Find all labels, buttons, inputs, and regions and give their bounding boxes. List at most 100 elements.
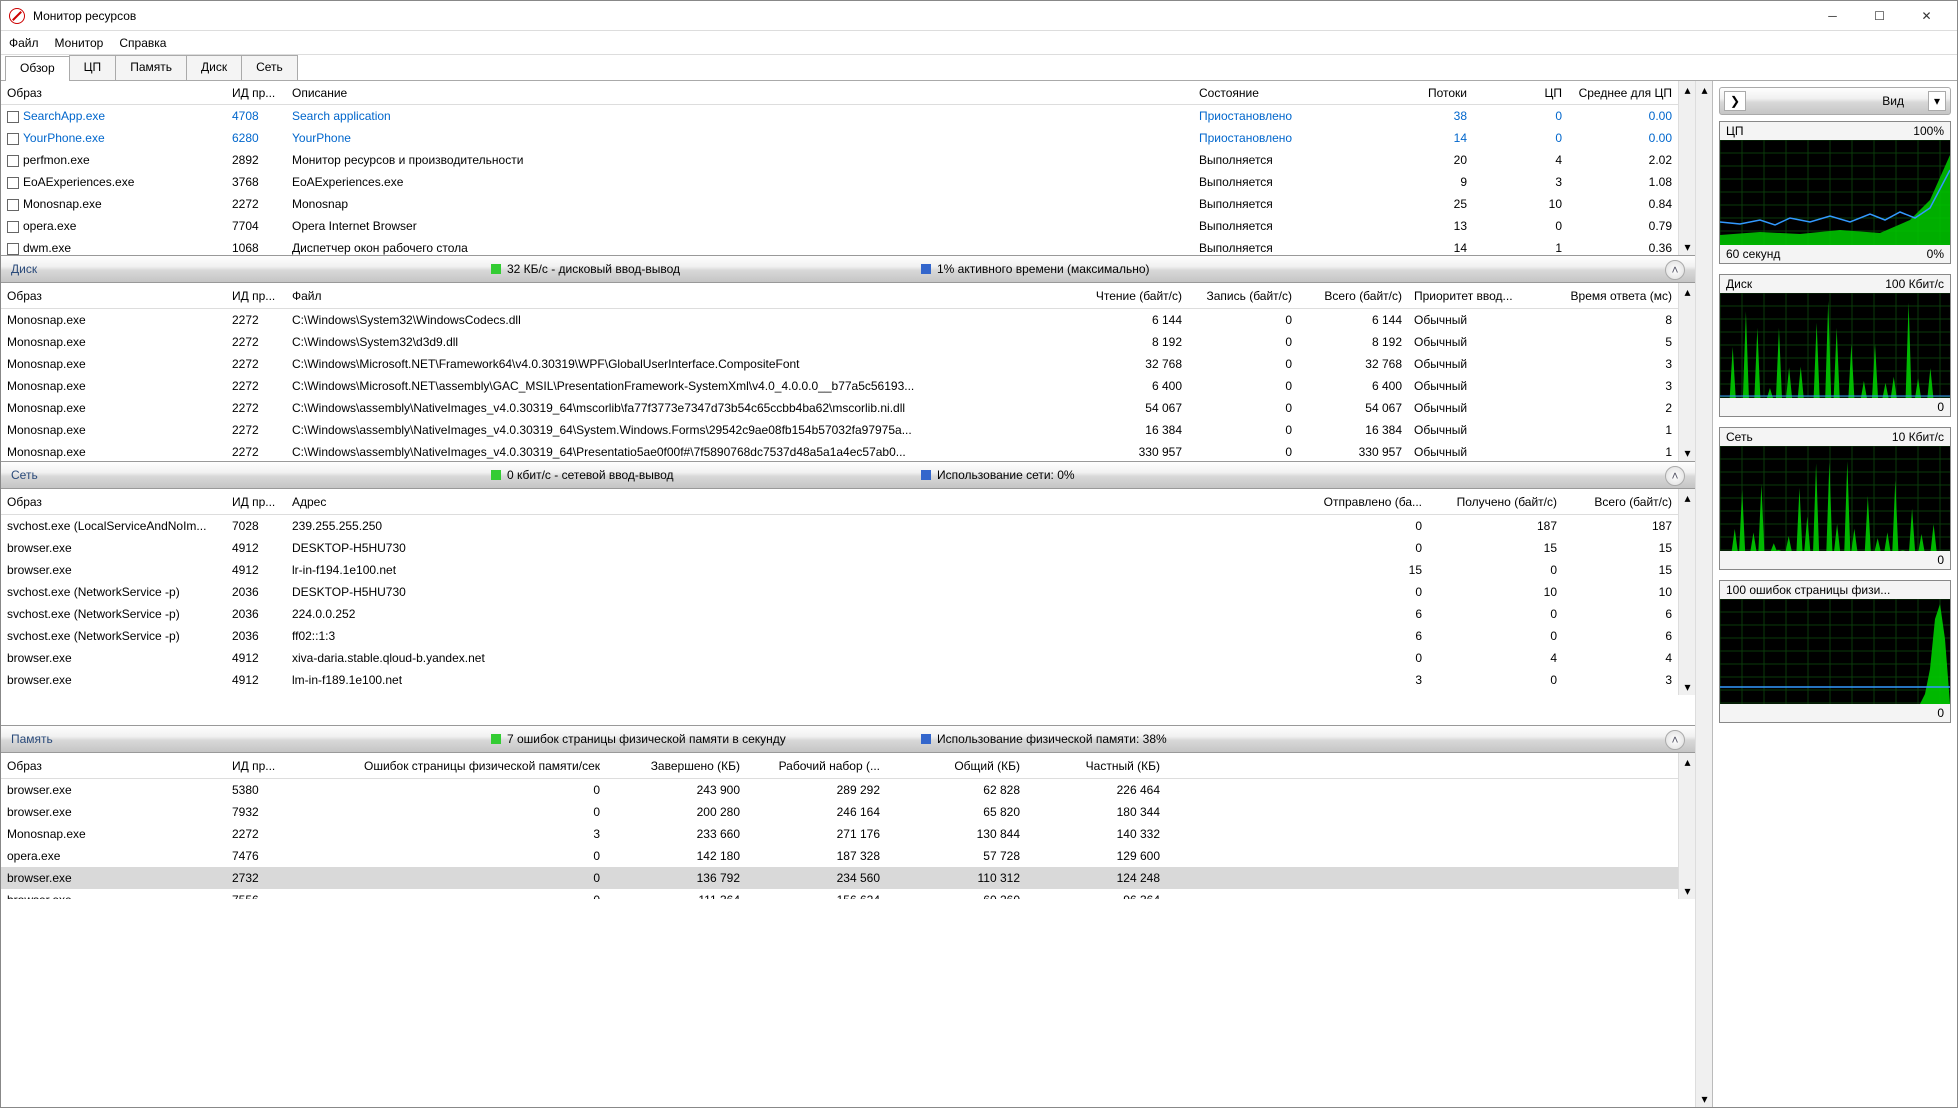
menu-monitor[interactable]: Монитор <box>55 36 104 50</box>
scroll-up-icon[interactable]: ▴ <box>1679 81 1695 98</box>
mem-row[interactable]: opera.exe74760142 180187 32857 728129 60… <box>1 845 1678 867</box>
process-checkbox[interactable] <box>7 199 19 211</box>
menu-file[interactable]: Файл <box>9 36 39 50</box>
main-scrollbar[interactable]: ▴ ▾ <box>1695 81 1712 1107</box>
main-area: Образ ИД пр... Описание Состояние Потоки… <box>1 81 1957 1107</box>
mini-chart: 100 ошибок страницы физи...0 <box>1719 580 1951 723</box>
view-dropdown-button[interactable]: ▾ <box>1928 91 1946 111</box>
scroll-down-icon[interactable]: ▾ <box>1679 238 1695 255</box>
collapse-button[interactable]: ˄ <box>1665 260 1685 280</box>
disk-row[interactable]: Monosnap.exe2272C:\Windows\assembly\Nati… <box>1 441 1678 461</box>
col-threads[interactable]: Потоки <box>1363 86 1473 100</box>
minimize-button[interactable]: ─ <box>1810 2 1855 30</box>
col-desc[interactable]: Описание <box>286 86 1193 100</box>
disk-row[interactable]: Monosnap.exe2272C:\Windows\System32\d3d9… <box>1 331 1678 353</box>
net-headers[interactable]: Образ ИД пр... Адрес Отправлено (ба... П… <box>1 489 1678 515</box>
scroll-down-icon[interactable]: ▾ <box>1679 882 1695 899</box>
col-pid[interactable]: ИД пр... <box>226 86 286 100</box>
scroll-up-icon[interactable]: ▴ <box>1679 489 1695 506</box>
disk-row[interactable]: Monosnap.exe2272C:\Windows\Microsoft.NET… <box>1 375 1678 397</box>
scroll-up-icon[interactable]: ▴ <box>1679 283 1695 300</box>
process-row[interactable]: SearchApp.exe4708Search applicationПриос… <box>1 105 1678 127</box>
resource-monitor-window: Монитор ресурсов ─ ☐ ✕ Файл Монитор Спра… <box>0 0 1958 1108</box>
disk-section-bar[interactable]: Диск 32 КБ/с - дисковый ввод-вывод 1% ак… <box>1 255 1695 283</box>
mem-headers[interactable]: Образ ИД пр... Ошибок страницы физическо… <box>1 753 1678 779</box>
net-row[interactable]: svchost.exe (NetworkService -p)2036224.0… <box>1 603 1678 625</box>
mem-row[interactable]: browser.exe75560111 364156 62460 26096 3… <box>1 889 1678 899</box>
scroll-down-icon[interactable]: ▾ <box>1679 444 1695 461</box>
process-row[interactable]: YourPhone.exe6280YourPhoneПриостановлено… <box>1 127 1678 149</box>
process-row[interactable]: opera.exe7704Opera Internet BrowserВыпол… <box>1 215 1678 237</box>
collapse-button[interactable]: ˄ <box>1665 730 1685 750</box>
titlebar[interactable]: Монитор ресурсов ─ ☐ ✕ <box>1 1 1957 31</box>
mem-row[interactable]: browser.exe27320136 792234 560110 312124… <box>1 867 1678 889</box>
process-row[interactable]: Monosnap.exe2272MonosnapВыполняется25100… <box>1 193 1678 215</box>
process-checkbox[interactable] <box>7 221 19 233</box>
process-checkbox[interactable] <box>7 155 19 167</box>
disk-title: Диск <box>11 262 491 276</box>
net-row[interactable]: browser.exe4912lm-in-f189.1e100.net303 <box>1 669 1678 691</box>
process-body[interactable]: SearchApp.exe4708Search applicationПриос… <box>1 105 1678 255</box>
disk-body[interactable]: Monosnap.exe2272C:\Windows\System32\Wind… <box>1 309 1678 461</box>
net-row[interactable]: svchost.exe (NetworkService -p)2036ff02:… <box>1 625 1678 647</box>
process-headers[interactable]: Образ ИД пр... Описание Состояние Потоки… <box>1 81 1678 105</box>
col-image[interactable]: Образ <box>7 86 42 100</box>
net-body[interactable]: svchost.exe (LocalServiceAndNoIm...70282… <box>1 515 1678 695</box>
tab-memory[interactable]: Память <box>115 55 187 80</box>
process-row[interactable]: perfmon.exe2892Монитор ресурсов и произв… <box>1 149 1678 171</box>
disk-row[interactable]: Monosnap.exe2272C:\Windows\Microsoft.NET… <box>1 353 1678 375</box>
panel-collapse-button[interactable]: ❯ <box>1724 91 1746 111</box>
col-avg[interactable]: Среднее для ЦП <box>1568 86 1678 100</box>
chart-span: 60 секунд <box>1726 247 1780 261</box>
disk-scrollbar[interactable]: ▴ ▾ <box>1678 283 1695 461</box>
tab-network[interactable]: Сеть <box>241 55 298 80</box>
mem-row[interactable]: Monosnap.exe22723233 660271 176130 84414… <box>1 823 1678 845</box>
net-row[interactable]: browser.exe4912lr-in-f194.1e100.net15015 <box>1 559 1678 581</box>
maximize-button[interactable]: ☐ <box>1857 2 1902 30</box>
net-row[interactable]: svchost.exe (LocalServiceAndNoIm...70282… <box>1 515 1678 537</box>
memory-section-bar[interactable]: Память 7 ошибок страницы физической памя… <box>1 725 1695 753</box>
close-button[interactable]: ✕ <box>1904 2 1949 30</box>
mem-row[interactable]: browser.exe53800243 900289 29262 828226 … <box>1 779 1678 801</box>
col-state[interactable]: Состояние <box>1193 86 1363 100</box>
scroll-down-icon[interactable]: ▾ <box>1679 678 1695 695</box>
net-row[interactable]: browser.exe4912xiva-daria.stable.qloud-b… <box>1 647 1678 669</box>
menu-help[interactable]: Справка <box>119 36 166 50</box>
tab-overview[interactable]: Обзор <box>5 56 70 81</box>
net-row[interactable]: svchost.exe (NetworkService -p)2036DESKT… <box>1 581 1678 603</box>
network-section-bar[interactable]: Сеть 0 кбит/с - сетевой ввод-вывод Испол… <box>1 461 1695 489</box>
tab-disk[interactable]: Диск <box>186 55 242 80</box>
col-cpu[interactable]: ЦП <box>1473 86 1568 100</box>
scroll-up-icon[interactable]: ▴ <box>1679 753 1695 770</box>
process-row[interactable]: EoAExperiences.exe3768EoAExperiences.exe… <box>1 171 1678 193</box>
chart-canvas <box>1720 140 1950 245</box>
disk-row[interactable]: Monosnap.exe2272C:\Windows\assembly\Nati… <box>1 397 1678 419</box>
net-scrollbar[interactable]: ▴ ▾ <box>1678 489 1695 695</box>
process-scrollbar[interactable]: ▴ ▾ <box>1678 81 1695 255</box>
square-blue-icon <box>921 470 931 480</box>
process-checkbox[interactable] <box>7 177 19 189</box>
disk-headers[interactable]: Образ ИД пр... Файл Чтение (байт/с) Запи… <box>1 283 1678 309</box>
collapse-button[interactable]: ˄ <box>1665 466 1685 486</box>
disk-row[interactable]: Monosnap.exe2272C:\Windows\System32\Wind… <box>1 309 1678 331</box>
charts-panel: ❯ Вид ▾ ЦП100%60 секунд0%Диск100 Кбит/с0… <box>1712 81 1957 1107</box>
chart-canvas <box>1720 293 1950 398</box>
net-row[interactable]: browser.exe4912DESKTOP-H5HU73001515 <box>1 537 1678 559</box>
mini-chart: Диск100 Кбит/с0 <box>1719 274 1951 417</box>
window-title: Монитор ресурсов <box>33 9 1810 23</box>
scroll-down-icon[interactable]: ▾ <box>1696 1090 1713 1107</box>
tab-cpu[interactable]: ЦП <box>69 55 117 80</box>
process-checkbox[interactable] <box>7 111 19 123</box>
mem-body[interactable]: browser.exe53800243 900289 29262 828226 … <box>1 779 1678 899</box>
view-label[interactable]: Вид <box>1862 94 1924 108</box>
process-checkbox[interactable] <box>7 133 19 145</box>
chart-min: 0% <box>1927 247 1944 261</box>
mem-stat1: 7 ошибок страницы физической памяти в се… <box>507 732 786 746</box>
chart-canvas <box>1720 599 1950 704</box>
disk-row[interactable]: Monosnap.exe2272C:\Windows\assembly\Nati… <box>1 419 1678 441</box>
mem-row[interactable]: browser.exe79320200 280246 16465 820180 … <box>1 801 1678 823</box>
process-checkbox[interactable] <box>7 243 19 255</box>
process-row[interactable]: dwm.exe1068Диспетчер окон рабочего стола… <box>1 237 1678 255</box>
mem-scrollbar[interactable]: ▴ ▾ <box>1678 753 1695 899</box>
scroll-up-icon[interactable]: ▴ <box>1696 81 1713 98</box>
